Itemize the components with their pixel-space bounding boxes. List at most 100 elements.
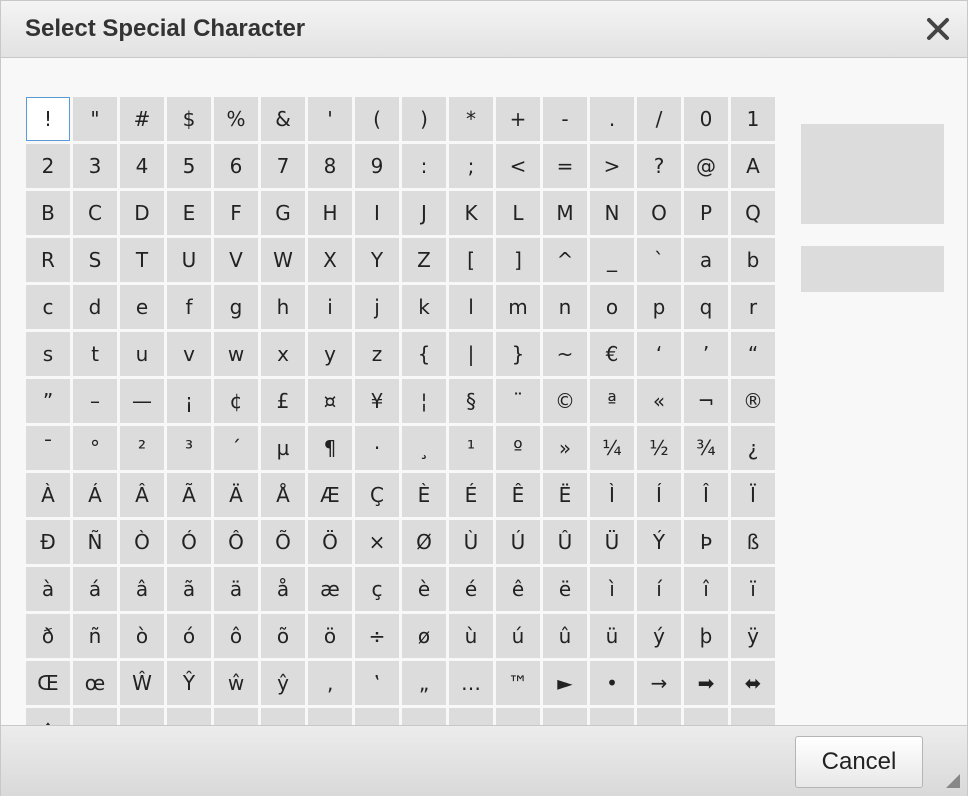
character-cell[interactable]: ° <box>73 426 117 470</box>
character-cell[interactable]: 6 <box>214 144 258 188</box>
character-cell[interactable]: À <box>26 473 70 517</box>
character-cell[interactable]: ³ <box>167 426 211 470</box>
character-cell[interactable]: ¸ <box>402 426 446 470</box>
character-cell[interactable]: Ë <box>543 473 587 517</box>
character-cell[interactable]: × <box>355 520 399 564</box>
character-cell[interactable]: … <box>449 661 493 705</box>
character-cell[interactable]: Â <box>120 473 164 517</box>
character-cell[interactable]: ¶ <box>308 426 352 470</box>
character-cell[interactable]: ► <box>543 661 587 705</box>
character-cell[interactable]: œ <box>73 661 117 705</box>
character-cell[interactable]: ➡ <box>684 661 728 705</box>
character-cell[interactable]: q <box>684 285 728 329</box>
character-cell[interactable]: t <box>73 332 117 376</box>
character-cell[interactable]: x <box>261 332 305 376</box>
character-cell[interactable]: P <box>684 191 728 235</box>
character-cell[interactable]: J <box>402 191 446 235</box>
character-cell[interactable]: ŷ <box>261 661 305 705</box>
character-cell[interactable]: Í <box>637 473 681 517</box>
character-cell[interactable]: Z <box>402 238 446 282</box>
character-cell[interactable]: ß <box>731 520 775 564</box>
character-cell[interactable]: w <box>214 332 258 376</box>
character-cell[interactable]: ] <box>496 238 540 282</box>
character-cell[interactable]: X <box>308 238 352 282</box>
character-cell[interactable]: ’ <box>684 332 728 376</box>
character-cell[interactable]: í <box>637 567 681 611</box>
character-cell[interactable]: ÿ <box>731 614 775 658</box>
character-cell[interactable]: ð <box>26 614 70 658</box>
resize-grip-icon[interactable] <box>943 771 961 789</box>
character-cell[interactable]: ö <box>308 614 352 658</box>
character-cell[interactable]: N <box>590 191 634 235</box>
character-cell[interactable]: ø <box>402 614 446 658</box>
character-cell[interactable]: ‘ <box>637 332 681 376</box>
character-cell[interactable]: Ô <box>214 520 258 564</box>
character-cell[interactable]: E <box>167 191 211 235</box>
character-cell[interactable]: ( <box>355 97 399 141</box>
character-cell[interactable]: ë <box>543 567 587 611</box>
character-cell[interactable]: i <box>308 285 352 329</box>
character-cell[interactable]: 3 <box>73 144 117 188</box>
character-cell[interactable]: ¢ <box>214 379 258 423</box>
character-cell[interactable]: Ŵ <box>120 661 164 705</box>
character-cell[interactable]: ä <box>214 567 258 611</box>
character-cell[interactable]: ¥ <box>355 379 399 423</box>
character-cell[interactable]: I <box>355 191 399 235</box>
character-cell[interactable]: @ <box>684 144 728 188</box>
character-cell[interactable]: ¡ <box>167 379 211 423</box>
character-cell[interactable]: · <box>355 426 399 470</box>
character-cell[interactable]: º <box>496 426 540 470</box>
character-cell[interactable]: Y <box>355 238 399 282</box>
character-cell[interactable]: h <box>261 285 305 329</box>
character-cell[interactable]: 0 <box>684 97 728 141</box>
character-cell[interactable]: ? <box>637 144 681 188</box>
character-cell[interactable]: z <box>355 332 399 376</box>
character-cell[interactable]: ÷ <box>355 614 399 658</box>
character-cell[interactable]: — <box>120 379 164 423</box>
character-cell[interactable]: ' <box>308 97 352 141</box>
character-cell[interactable]: à <box>26 567 70 611</box>
character-cell[interactable]: ó <box>167 614 211 658</box>
close-icon[interactable] <box>925 16 951 42</box>
character-cell[interactable]: s <box>26 332 70 376</box>
character-cell[interactable]: v <box>167 332 211 376</box>
character-cell[interactable]: p <box>637 285 681 329</box>
character-cell[interactable]: O <box>637 191 681 235</box>
character-cell[interactable]: > <box>590 144 634 188</box>
character-cell[interactable]: è <box>402 567 446 611</box>
character-cell[interactable]: ‚ <box>308 661 352 705</box>
character-cell[interactable]: R <box>26 238 70 282</box>
character-cell[interactable]: € <box>590 332 634 376</box>
character-cell[interactable]: ñ <box>73 614 117 658</box>
character-cell[interactable]: • <box>590 661 634 705</box>
character-cell[interactable]: Ñ <box>73 520 117 564</box>
character-cell[interactable]: = <box>543 144 587 188</box>
character-cell[interactable]: C <box>73 191 117 235</box>
character-cell[interactable]: Õ <box>261 520 305 564</box>
character-cell[interactable]: ç <box>355 567 399 611</box>
character-cell[interactable]: T <box>120 238 164 282</box>
character-cell[interactable]: ¹ <box>449 426 493 470</box>
character-cell[interactable]: l <box>449 285 493 329</box>
character-cell[interactable]: Q <box>731 191 775 235</box>
character-cell[interactable]: + <box>496 97 540 141</box>
character-cell[interactable]: ¬ <box>684 379 728 423</box>
character-cell[interactable]: É <box>449 473 493 517</box>
character-cell[interactable]: Û <box>543 520 587 564</box>
character-cell[interactable]: ¿ <box>731 426 775 470</box>
character-cell[interactable]: Ä <box>214 473 258 517</box>
character-cell[interactable]: D <box>120 191 164 235</box>
character-cell[interactable]: S <box>73 238 117 282</box>
character-cell[interactable]: j <box>355 285 399 329</box>
character-cell[interactable]: ¼ <box>590 426 634 470</box>
character-cell[interactable]: { <box>402 332 446 376</box>
character-cell[interactable]: – <box>73 379 117 423</box>
character-cell[interactable]: „ <box>402 661 446 705</box>
character-cell[interactable]: ê <box>496 567 540 611</box>
character-cell[interactable]: Ý <box>637 520 681 564</box>
character-cell[interactable]: § <box>449 379 493 423</box>
character-cell[interactable]: » <box>543 426 587 470</box>
character-cell[interactable]: f <box>167 285 211 329</box>
character-cell[interactable]: ï <box>731 567 775 611</box>
character-cell[interactable]: e <box>120 285 164 329</box>
